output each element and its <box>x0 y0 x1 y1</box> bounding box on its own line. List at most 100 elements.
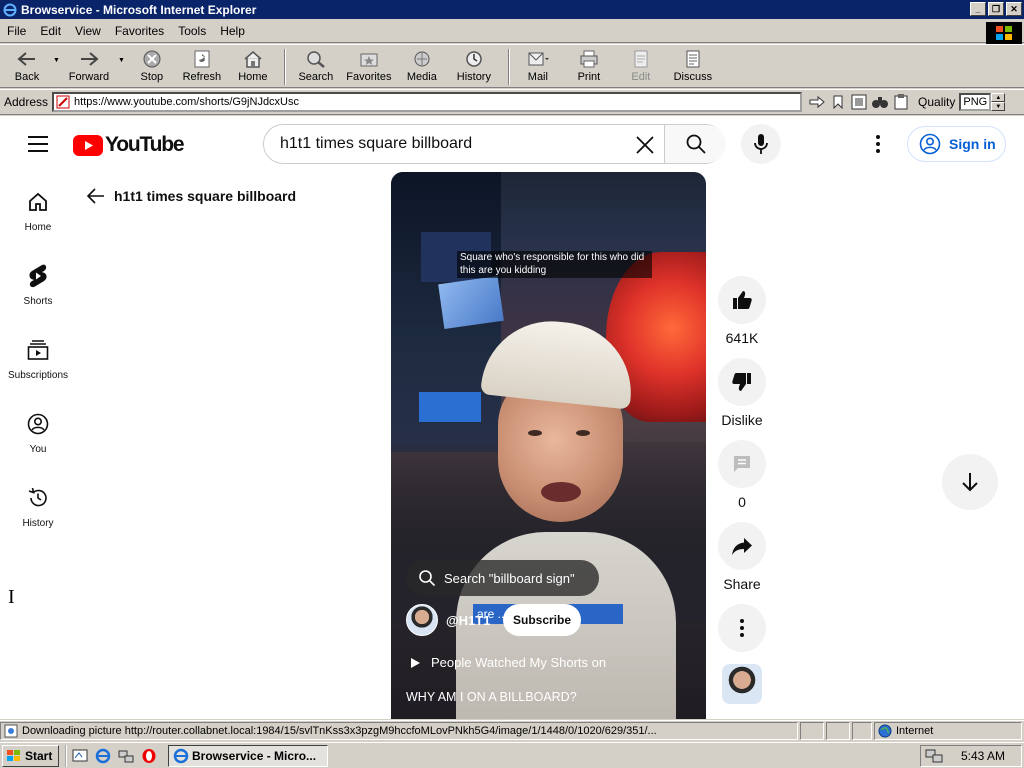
spin-down-icon[interactable]: ▼ <box>991 102 1006 111</box>
find-binoculars-icon[interactable] <box>871 93 889 111</box>
home-button[interactable]: Home <box>228 45 278 87</box>
arrow-left-icon[interactable] <box>86 186 106 206</box>
toolbar-separator <box>507 49 510 85</box>
back-to-search[interactable]: h1t1 times square billboard <box>86 186 296 206</box>
stop-button[interactable]: Stop <box>128 45 176 87</box>
like-action: 641K <box>718 276 766 348</box>
comments-action: 0 <box>718 440 766 512</box>
tray-network-icon[interactable] <box>925 748 943 764</box>
clock[interactable]: 5:43 AM <box>961 749 1005 763</box>
clear-search-icon[interactable] <box>634 134 656 156</box>
dislike-action: Dislike <box>718 358 766 430</box>
search-submit-button[interactable] <box>664 125 726 163</box>
play-icon <box>409 657 421 669</box>
account-circle-icon <box>919 133 941 155</box>
mail-button[interactable]: Mail <box>516 45 560 87</box>
edit-button[interactable]: Edit <box>618 45 664 87</box>
search-suggestion-pill[interactable]: Search "billboard sign" <box>406 560 599 596</box>
back-button[interactable]: Back <box>4 45 50 87</box>
guide-label: History <box>22 518 54 529</box>
forward-arrow-icon <box>78 49 100 69</box>
search-box[interactable]: h1t1 times square billboard <box>263 124 726 164</box>
url-field[interactable]: https://www.youtube.com/shorts/G9jNJdcxU… <box>52 92 803 112</box>
opera-icon[interactable] <box>140 747 158 765</box>
related-video-link[interactable]: People Watched My Shorts on <box>409 655 606 670</box>
more-kebab-icon <box>740 619 744 637</box>
menu-tools[interactable]: Tools <box>171 24 213 38</box>
network-icon[interactable] <box>117 747 135 765</box>
go-arrow-icon[interactable] <box>808 93 826 111</box>
quality-select[interactable]: PNG <box>959 93 992 111</box>
more-options-button[interactable] <box>718 604 766 652</box>
subscribe-button[interactable]: Subscribe <box>503 604 581 636</box>
minimize-button[interactable]: _ <box>970 2 986 16</box>
guide-item-shorts[interactable]: Shorts <box>0 246 76 320</box>
bookmark-icon[interactable] <box>829 93 847 111</box>
discuss-button[interactable]: Discuss <box>664 45 722 87</box>
you-icon <box>26 412 50 436</box>
url-text: https://www.youtube.com/shorts/G9jNJdcxU… <box>74 96 299 108</box>
history-icon <box>26 486 50 510</box>
taskbar-window-browservice[interactable]: Browservice - Micro... <box>168 744 328 767</box>
menu-bar: File Edit View Favorites Tools Help <box>0 19 1024 43</box>
channel-name[interactable]: @H1T1 <box>446 613 490 628</box>
channel-info[interactable]: @H1T1 <box>406 604 490 636</box>
internet-explorer-icon[interactable] <box>94 747 112 765</box>
refresh-button[interactable]: Refresh <box>176 45 228 87</box>
guide-item-home[interactable]: Home <box>0 172 76 246</box>
voice-search-button[interactable] <box>741 124 781 164</box>
settings-kebab-icon[interactable] <box>868 134 888 154</box>
sign-in-button[interactable]: Sign in <box>907 126 1006 162</box>
video-caption: Square who's responsible for this who di… <box>457 251 652 278</box>
youtube-logo[interactable]: YouTube <box>73 133 185 157</box>
history-button[interactable]: History <box>446 45 502 87</box>
show-desktop-icon[interactable] <box>71 747 89 765</box>
menu-help[interactable]: Help <box>213 24 252 38</box>
start-button[interactable]: Start <box>2 744 59 767</box>
yt-header: YouTube h1t1 times square billboard Sign… <box>0 116 1024 172</box>
spin-up-icon[interactable]: ▲ <box>991 93 1006 102</box>
forward-button[interactable]: Forward <box>63 45 115 87</box>
restore-button[interactable]: ❐ <box>988 2 1004 16</box>
quality-spinner[interactable]: ▲ ▼ <box>991 93 1006 111</box>
search-query[interactable]: h1t1 times square billboard <box>280 135 472 153</box>
stop-icon <box>141 49 163 69</box>
forward-dropdown-icon[interactable]: ▼ <box>115 57 128 64</box>
print-button[interactable]: Print <box>560 45 618 87</box>
guide-label: Subscriptions <box>7 370 69 381</box>
sound-channel-avatar[interactable] <box>722 664 762 704</box>
channel-avatar[interactable] <box>406 604 438 636</box>
shorts-video-player[interactable]: Square who's responsible for this who di… <box>391 172 706 719</box>
menu-file[interactable]: File <box>0 24 33 38</box>
share-button[interactable] <box>718 522 766 570</box>
search-globe-icon <box>305 49 327 69</box>
status-cell <box>800 721 824 740</box>
back-dropdown-icon[interactable]: ▼ <box>50 57 63 64</box>
guide-item-history[interactable]: History <box>0 468 76 542</box>
window-titlebar: Browservice - Microsoft Internet Explore… <box>0 0 1024 19</box>
favorites-button[interactable]: Favorites <box>340 45 398 87</box>
next-video-button[interactable] <box>942 454 998 510</box>
menu-edit[interactable]: Edit <box>33 24 68 38</box>
taskbar: Start Browservice - Micro... 5:43 AM <box>0 742 1024 768</box>
video-title[interactable]: WHY AM I ON A BILLBOARD? <box>406 690 577 704</box>
comments-button[interactable] <box>718 440 766 488</box>
dislike-button[interactable] <box>718 358 766 406</box>
internet-globe-icon <box>878 724 892 738</box>
hamburger-menu-icon[interactable] <box>28 136 48 152</box>
close-button[interactable]: ✕ <box>1006 2 1022 16</box>
stop-label: Stop <box>140 71 164 83</box>
media-button[interactable]: Media <box>398 45 446 87</box>
menu-favorites[interactable]: Favorites <box>108 24 171 38</box>
standard-toolbar: Back ▼ Forward ▼ Stop Refresh Home Searc… <box>0 44 1024 88</box>
menu-view[interactable]: View <box>68 24 108 38</box>
clipboard-icon[interactable] <box>892 93 910 111</box>
forward-label: Forward <box>68 71 110 83</box>
back-arrow-icon <box>16 49 38 69</box>
like-button[interactable] <box>718 276 766 324</box>
guide-item-you[interactable]: You <box>0 394 76 468</box>
zoom-icon[interactable] <box>850 93 868 111</box>
share-action: Share <box>718 522 766 594</box>
search-button[interactable]: Search <box>292 45 340 87</box>
guide-item-subscriptions[interactable]: Subscriptions <box>0 320 76 394</box>
